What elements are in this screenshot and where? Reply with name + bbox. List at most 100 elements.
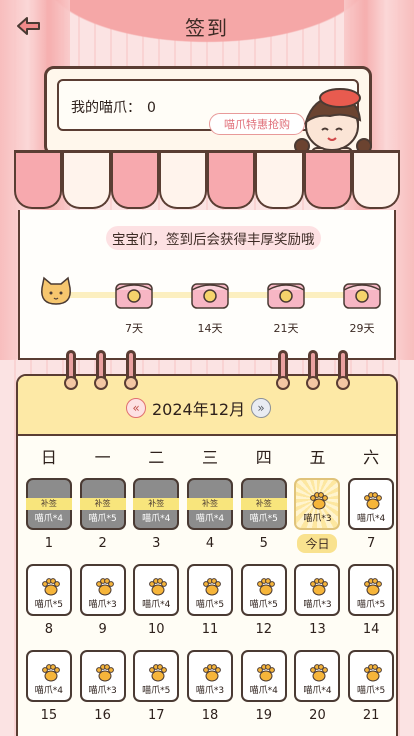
paw-icon: [95, 578, 114, 596]
calendar-day: 喵爪*5 14: [344, 564, 396, 650]
binder-hole: [94, 376, 108, 390]
paw-icon: [41, 664, 60, 682]
day-number: 14: [362, 622, 380, 637]
sign-cell[interactable]: 喵爪*3: [79, 650, 126, 702]
paw-icon: [310, 664, 329, 682]
weekday-label: 四: [255, 448, 272, 467]
day-number: 12: [255, 622, 272, 637]
sign-cell[interactable]: 喵爪*5: [348, 650, 395, 702]
day-number: 13: [309, 622, 326, 637]
sign-cell[interactable]: 喵爪*3: [187, 650, 234, 702]
header: 签到: [0, 0, 414, 52]
makeup-sign-cell[interactable]: 补签 喵爪*4: [187, 478, 234, 530]
day-number: 17: [148, 708, 165, 723]
treasure-chest-icon[interactable]: [266, 276, 306, 310]
makeup-sign-cell[interactable]: 补签 喵爪*4: [25, 478, 72, 530]
reward-notice: 宝宝们，签到后会获得丰厚奖励哦: [106, 226, 321, 250]
today-sign-cell[interactable]: 喵爪*3: [294, 478, 341, 530]
day-number: 10: [148, 622, 165, 637]
makeup-sign-cell[interactable]: 补签 喵爪*5: [79, 478, 126, 530]
calendar-day: 喵爪*5 8: [22, 564, 76, 650]
calendar-day: 喵爪*4 15: [22, 650, 76, 736]
paw-icon: [203, 664, 221, 682]
milestone-label: 21天: [273, 322, 299, 335]
weekday-label: 五: [309, 448, 326, 467]
day-number: 8: [44, 622, 53, 637]
binder-hole: [276, 376, 290, 390]
treasure-chest-icon[interactable]: [342, 276, 382, 310]
reward-quantity: 喵爪*4: [142, 514, 171, 524]
calendar-day: 喵爪*4 20: [291, 650, 345, 736]
reward-quantity: 喵爪*3: [88, 600, 117, 610]
makeup-sign-cell[interactable]: 补签 喵爪*4: [133, 478, 180, 530]
sign-cell[interactable]: 喵爪*5: [240, 564, 287, 616]
weekday-label: 日: [40, 448, 57, 467]
paw-icon: [256, 664, 275, 682]
day-number: 1: [44, 536, 53, 551]
calendar-day: 补签 喵爪*5 2: [76, 478, 130, 564]
reward-quantity: 喵爪*4: [303, 686, 332, 696]
day-number: 18: [201, 708, 219, 723]
calendar-day: 补签 喵爪*4 1: [22, 478, 76, 564]
paw-icon: [364, 492, 383, 510]
makeup-sign-cell[interactable]: 补签 喵爪*5: [240, 478, 287, 530]
reward-quantity: 喵爪*4: [34, 686, 63, 696]
prev-month-button[interactable]: «: [126, 398, 146, 418]
reward-quantity: 喵爪*3: [88, 686, 117, 696]
calendar-day: 喵爪*5 21: [344, 650, 396, 736]
sign-cell[interactable]: 喵爪*5: [25, 564, 72, 616]
milestone-label: 7天: [125, 322, 143, 335]
day-number: 2: [98, 536, 107, 551]
calendar-week: 喵爪*4 15 喵爪*3 16 喵爪*5 17 喵爪*3 18 喵爪*4 19 喵爪*4 20 喵爪*5…: [22, 650, 396, 736]
sign-cell[interactable]: 喵爪*3: [294, 564, 341, 616]
day-number: 4: [205, 536, 215, 551]
sign-cell[interactable]: 喵爪*4: [133, 564, 180, 616]
paw-icon: [203, 578, 221, 596]
reward-quantity: 喵爪*4: [195, 514, 225, 524]
next-month-button[interactable]: »: [251, 398, 272, 418]
binder-hole: [124, 376, 138, 390]
calendar-day: 喵爪*3 16: [76, 650, 130, 736]
reward-quantity: 喵爪*5: [249, 600, 278, 610]
cat-icon: [41, 276, 71, 305]
sign-cell[interactable]: 喵爪*5: [348, 564, 395, 616]
day-number: 11: [201, 622, 219, 637]
sign-cell[interactable]: 喵爪*4: [240, 650, 287, 702]
next-month-icon: »: [257, 401, 265, 415]
weekday-label: 二: [148, 448, 165, 467]
reward-quantity: 喵爪*4: [249, 686, 278, 696]
calendar-day: 补签 喵爪*5 5: [237, 478, 291, 564]
makeup-tag: 补签: [25, 498, 72, 510]
binder-hole: [64, 376, 78, 390]
treasure-chest-icon[interactable]: [190, 276, 230, 310]
calendar-day: 喵爪*3 今日: [291, 478, 345, 564]
milestone-label: 14天: [197, 322, 223, 335]
calendar-day: 喵爪*3 13: [291, 564, 345, 650]
sign-cell[interactable]: 喵爪*5: [187, 564, 234, 616]
reward-quantity: 喵爪*3: [303, 600, 332, 610]
sign-cell[interactable]: 喵爪*4: [294, 650, 341, 702]
day-number: 7: [367, 536, 376, 551]
calendar-days: 补签 喵爪*4 1 补签 喵爪*5 2 补签 喵爪*4 3 补签 喵爪*4 4 补签 喵爪*5 5 喵爪*3 今…: [22, 478, 396, 736]
day-number: 9: [98, 622, 107, 637]
milestone-label: 29天: [349, 322, 375, 335]
day-number: 3: [152, 536, 161, 551]
treasure-chest-icon[interactable]: [114, 276, 154, 310]
sign-cell[interactable]: 喵爪*4: [348, 478, 395, 530]
sign-cell[interactable]: 喵爪*3: [79, 564, 126, 616]
paw-icon: [364, 578, 383, 596]
weekday-row: 日 一 二 三 四 五 六: [22, 444, 396, 468]
prev-month-icon: «: [132, 401, 140, 415]
makeup-tag: 补签: [240, 498, 287, 510]
calendar-day: 补签 喵爪*4 3: [129, 478, 183, 564]
paw-icon: [364, 664, 383, 682]
calendar-day: 喵爪*5 11: [183, 564, 237, 650]
sign-cell[interactable]: 喵爪*4: [25, 650, 72, 702]
paw-icon: [41, 578, 60, 596]
paw-icon: [256, 578, 275, 596]
sign-cell[interactable]: 喵爪*5: [133, 650, 180, 702]
day-number: 15: [40, 708, 58, 723]
weekday-label: 三: [202, 448, 219, 467]
paw-balance-count: 0: [147, 100, 156, 116]
reward-quantity: 喵爪*4: [142, 600, 171, 610]
